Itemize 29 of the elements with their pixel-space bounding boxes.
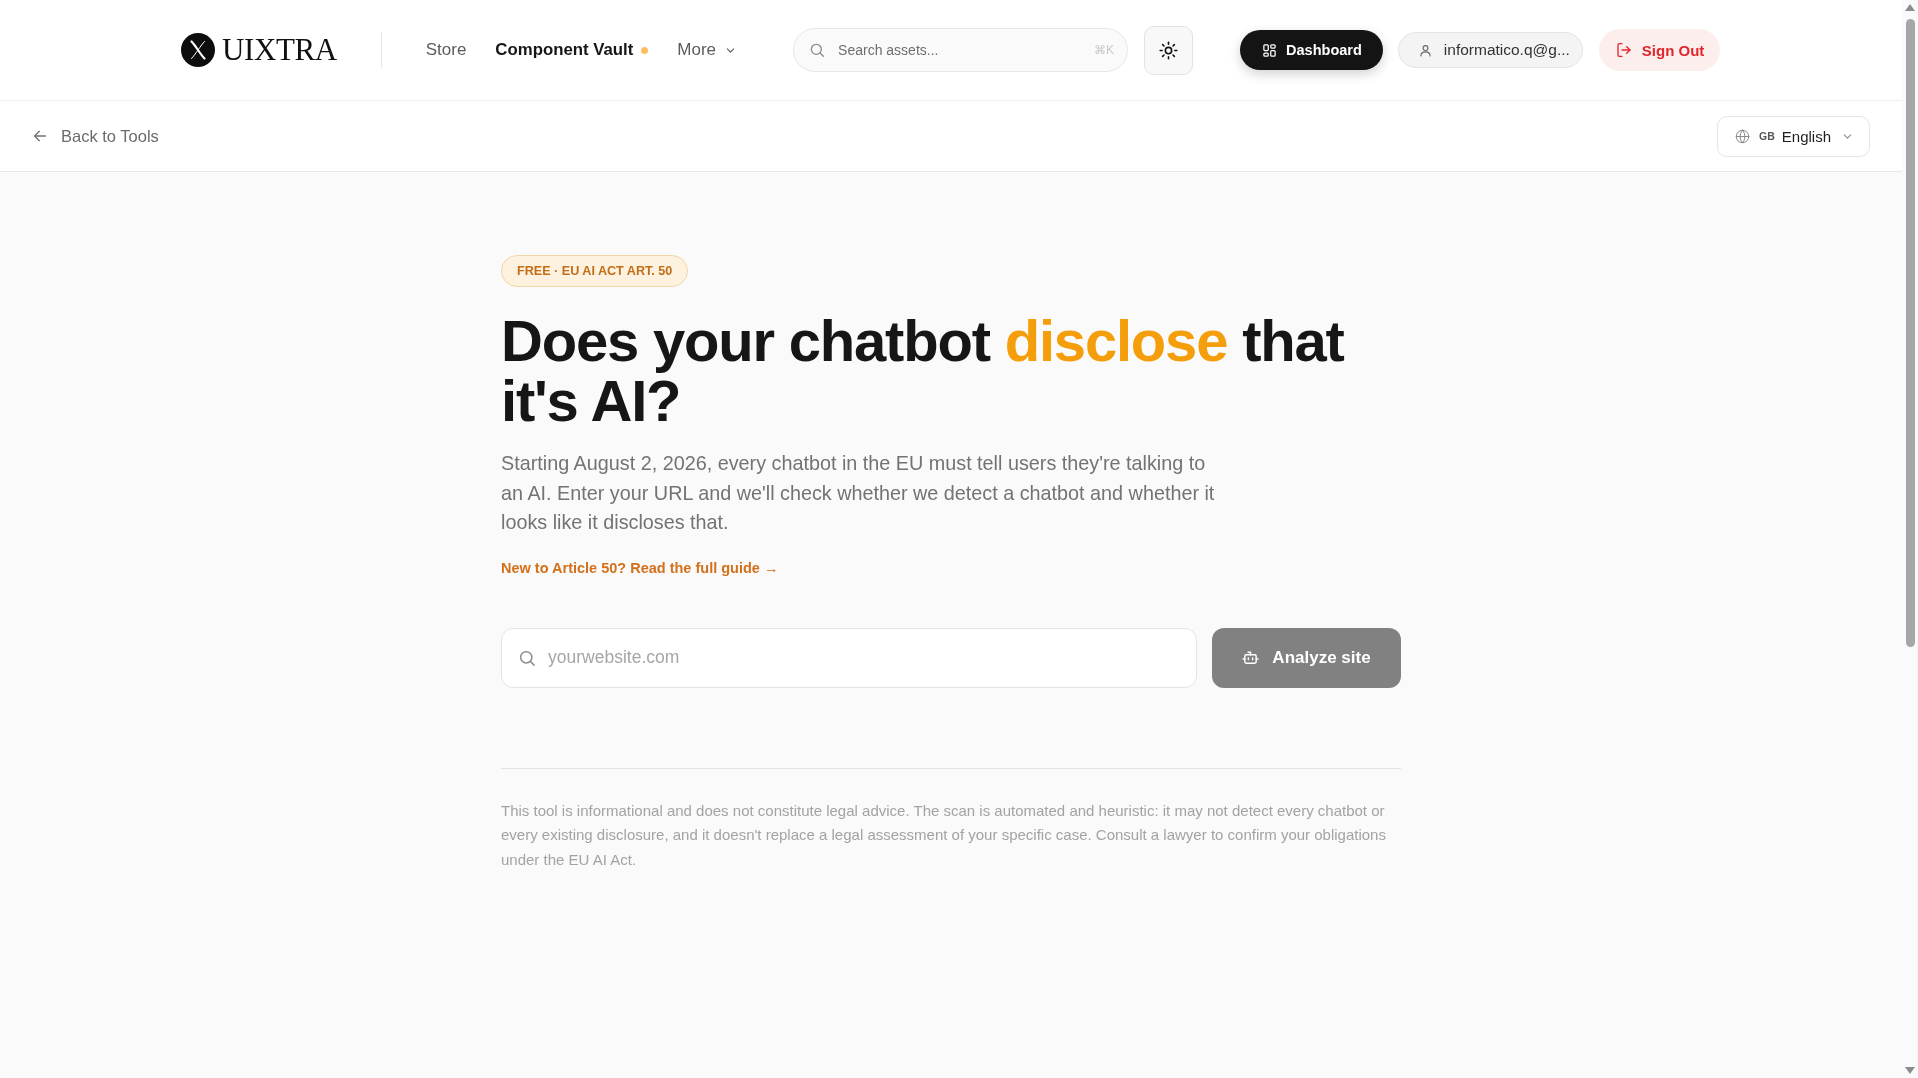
scrollbar[interactable]: [1902, 0, 1918, 1078]
sun-icon: [1159, 40, 1179, 60]
logout-icon: [1615, 42, 1632, 58]
logo-icon: [181, 33, 215, 67]
globe-icon: [1735, 128, 1751, 144]
search-icon: [809, 42, 826, 58]
robot-icon: [1242, 649, 1260, 666]
scroll-down-icon[interactable]: [1905, 1067, 1915, 1074]
language-selector[interactable]: GB English: [1717, 115, 1870, 157]
user-icon: [1418, 43, 1432, 57]
search-icon: [518, 648, 536, 667]
url-input[interactable]: yourwebsite.com: [501, 627, 1197, 688]
logo-link[interactable]: UIXTRA: [181, 33, 337, 67]
sign-out-button[interactable]: Sign Out: [1598, 29, 1721, 71]
scroll-up-icon[interactable]: [1905, 4, 1915, 11]
nav-link[interactable]: Component Vault: [495, 39, 649, 61]
user-menu-button[interactable]: informatico.q@g...: [1397, 32, 1583, 68]
theme-toggle-button[interactable]: [1144, 25, 1194, 75]
disclaimer-text: This tool is informational and does not constitute legal advice. The scan is automated and heuristic: it may not detect every chatbot or every existing disclosure, and it doesn't replace a legal assessment of your specific case. Consult a lawyer to confirm your obligations under the EU AI Act.: [501, 800, 1387, 870]
arrow-left-icon: [32, 128, 48, 144]
nav-menu-button[interactable]: More: [677, 39, 737, 61]
nav-link[interactable]: Store: [425, 39, 467, 61]
hero-badge: FREE · EU AI ACT ART. 50: [501, 255, 689, 287]
hero-description: Starting August 2, 2026, every chatbot in the EU must tell users they're talking to an AI. Enter your URL and we'll check whether we detect a chatbot and whether it looks like it discloses that.: [501, 451, 1216, 535]
back-link[interactable]: Back to Tools: [32, 126, 159, 146]
grid-icon: [1262, 42, 1278, 58]
hero-heading: Does your chatbot disclose that it's AI?: [501, 311, 1345, 431]
dashboard-button[interactable]: Dashboard: [1240, 30, 1383, 70]
scrollbar-thumb[interactable]: [1905, 19, 1915, 647]
